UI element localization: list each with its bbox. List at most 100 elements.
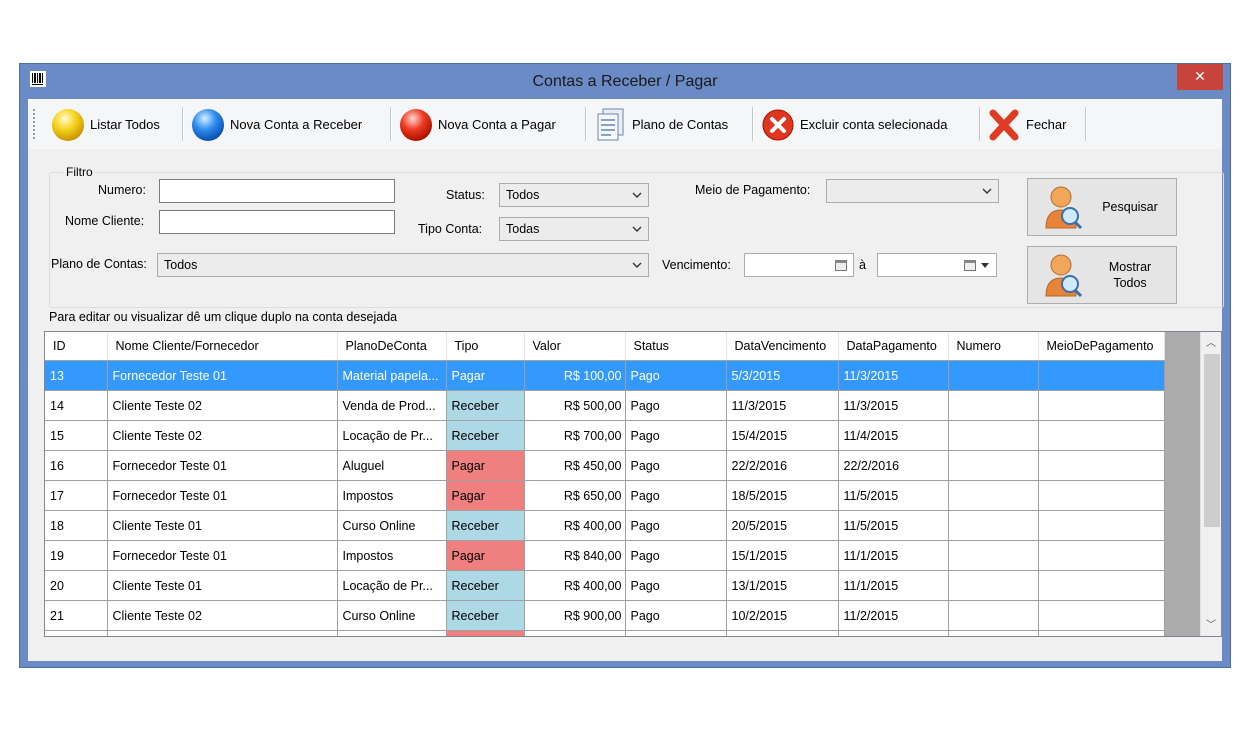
cell-pag: 11/2/2015 bbox=[838, 600, 949, 631]
cell-status: Pago bbox=[625, 390, 727, 421]
scroll-down-icon[interactable]: ﹀ bbox=[1201, 616, 1221, 634]
cell-pag: 11/3/2015 bbox=[838, 360, 949, 391]
column-header[interactable]: Valor bbox=[524, 332, 626, 361]
delete-x-circle-icon bbox=[762, 109, 794, 141]
table-row-partial[interactable] bbox=[45, 630, 1165, 636]
meio-pagamento-label: Meio de Pagamento: bbox=[695, 183, 811, 197]
mostrar-todos-button[interactable]: Mostrar Todos bbox=[1027, 246, 1177, 304]
user-search-icon bbox=[1045, 186, 1083, 230]
cell-pag: 11/1/2015 bbox=[838, 540, 949, 571]
meio-pagamento-select[interactable] bbox=[826, 179, 999, 203]
cell-pag: 11/1/2015 bbox=[838, 570, 949, 601]
plano-contas-select[interactable]: Todos bbox=[157, 253, 649, 277]
cell-nome: Fornecedor Teste 01 bbox=[107, 540, 338, 571]
dropdown-arrow-icon[interactable] bbox=[981, 263, 989, 268]
cell-venc: 5/3/2015 bbox=[726, 360, 839, 391]
table-row[interactable]: 18 Cliente Teste 01 Curso Online Receber R$ … bbox=[45, 510, 1165, 541]
tipo-conta-select[interactable]: Todas bbox=[499, 217, 649, 241]
cell-meio bbox=[1038, 600, 1165, 631]
calendar-icon[interactable] bbox=[835, 259, 847, 271]
title-bar[interactable]: Contas a Receber / Pagar ✕ bbox=[20, 64, 1230, 99]
table-row[interactable]: 21 Cliente Teste 02 Curso Online Receber R$ … bbox=[45, 600, 1165, 631]
nova-conta-pagar-button[interactable]: Nova Conta a Pagar bbox=[398, 105, 556, 143]
cell-plano: Curso Online bbox=[337, 510, 447, 541]
column-header[interactable]: Numero bbox=[948, 332, 1039, 361]
cell-nome: Cliente Teste 02 bbox=[107, 600, 338, 631]
cell-id: 19 bbox=[45, 540, 108, 571]
cell-status: Pago bbox=[625, 450, 727, 481]
table-row[interactable]: 13 Fornecedor Teste 01 Material papela... P… bbox=[45, 360, 1165, 391]
cell-meio bbox=[1038, 420, 1165, 451]
pesquisar-label: Pesquisar bbox=[1102, 200, 1158, 214]
vencimento-label: Vencimento: bbox=[662, 258, 731, 272]
cell-numero bbox=[948, 450, 1039, 481]
column-header[interactable]: Status bbox=[625, 332, 727, 361]
close-button[interactable]: ✕ bbox=[1177, 64, 1223, 90]
fechar-button[interactable]: Fechar bbox=[986, 105, 1066, 143]
cell-tipo: Pagar bbox=[446, 450, 525, 481]
cell-pag: 11/3/2015 bbox=[838, 390, 949, 421]
table-row[interactable]: 14 Cliente Teste 02 Venda de Prod... Recebe… bbox=[45, 390, 1165, 421]
column-header[interactable]: Tipo bbox=[446, 332, 525, 361]
nome-cliente-input[interactable] bbox=[159, 210, 395, 234]
cell-empty bbox=[1038, 630, 1165, 636]
cell-plano: Aluguel bbox=[337, 450, 447, 481]
table-row[interactable]: 20 Cliente Teste 01 Locação de Pr... Recebe… bbox=[45, 570, 1165, 601]
client-area: Listar Todos Nova Conta a Receber Nova C… bbox=[28, 99, 1224, 661]
contas-grid[interactable]: ID Nome Cliente/Fornecedor PlanoDeConta Tip… bbox=[44, 331, 1222, 637]
cell-tipo: Pagar bbox=[446, 480, 525, 511]
cell-id: 14 bbox=[45, 390, 108, 421]
plano-contas-button[interactable]: Plano de Contas bbox=[592, 105, 728, 143]
cell-tipo: Receber bbox=[446, 600, 525, 631]
cell-status: Pago bbox=[625, 600, 727, 631]
cell-status: Pago bbox=[625, 360, 727, 391]
nova-conta-receber-button[interactable]: Nova Conta a Receber bbox=[190, 105, 362, 143]
cell-status: Pago bbox=[625, 510, 727, 541]
status-select[interactable]: Todos bbox=[499, 183, 649, 207]
cell-valor: R$ 400,00 bbox=[524, 570, 626, 601]
main-window: Contas a Receber / Pagar ✕ Listar Todos … bbox=[19, 63, 1231, 668]
cell-pag: 11/4/2015 bbox=[838, 420, 949, 451]
listar-todos-button[interactable]: Listar Todos bbox=[50, 105, 160, 143]
vencimento-separator: à bbox=[859, 258, 866, 272]
window-title: Contas a Receber / Pagar bbox=[532, 73, 718, 90]
excluir-conta-button[interactable]: Excluir conta selecionada bbox=[760, 105, 947, 143]
column-header[interactable]: PlanoDeConta bbox=[337, 332, 447, 361]
column-header[interactable]: DataVencimento bbox=[726, 332, 839, 361]
cell-venc: 20/5/2015 bbox=[726, 510, 839, 541]
column-header[interactable]: DataPagamento bbox=[838, 332, 949, 361]
cell-plano: Venda de Prod... bbox=[337, 390, 447, 421]
scroll-up-icon[interactable]: ︿ bbox=[1201, 334, 1221, 352]
excluir-conta-label: Excluir conta selecionada bbox=[800, 116, 948, 132]
vencimento-fim-date[interactable] bbox=[877, 253, 997, 277]
filter-legend: Filtro bbox=[64, 165, 95, 179]
column-header[interactable]: Nome Cliente/Fornecedor bbox=[107, 332, 338, 361]
numero-input[interactable] bbox=[159, 179, 395, 203]
cell-venc: 22/2/2016 bbox=[726, 450, 839, 481]
table-row[interactable]: 19 Fornecedor Teste 01 Impostos Pagar R$ 840… bbox=[45, 540, 1165, 571]
chevron-down-icon bbox=[632, 192, 642, 198]
pesquisar-button[interactable]: Pesquisar bbox=[1027, 178, 1177, 236]
table-row[interactable]: 16 Fornecedor Teste 01 Aluguel Pagar R$ 450,… bbox=[45, 450, 1165, 481]
cell-valor: R$ 400,00 bbox=[524, 510, 626, 541]
calendar-icon[interactable] bbox=[964, 259, 976, 271]
cell-id: 20 bbox=[45, 570, 108, 601]
cell-meio bbox=[1038, 360, 1165, 391]
cell-numero bbox=[948, 480, 1039, 511]
column-header[interactable]: ID bbox=[45, 332, 108, 361]
cell-numero bbox=[948, 360, 1039, 391]
cell-tipo: Receber bbox=[446, 420, 525, 451]
grid-vertical-scrollbar[interactable]: ︿ ﹀ bbox=[1200, 332, 1221, 636]
status-value: Todos bbox=[506, 188, 540, 202]
scroll-thumb[interactable] bbox=[1204, 354, 1220, 527]
table-row[interactable]: 17 Fornecedor Teste 01 Impostos Pagar R$ 650… bbox=[45, 480, 1165, 511]
chevron-down-icon bbox=[632, 262, 642, 268]
cell-pag: 22/2/2016 bbox=[838, 450, 949, 481]
plano-contas-label-filter: Plano de Contas: bbox=[51, 257, 147, 271]
cell-valor: R$ 700,00 bbox=[524, 420, 626, 451]
table-row[interactable]: 15 Cliente Teste 02 Locação de Pr... Recebe… bbox=[45, 420, 1165, 451]
cell-status: Pago bbox=[625, 480, 727, 511]
column-header[interactable]: MeioDePagamento bbox=[1038, 332, 1165, 361]
vencimento-inicio-date[interactable] bbox=[744, 253, 854, 277]
toolbar-grip[interactable] bbox=[33, 109, 38, 139]
